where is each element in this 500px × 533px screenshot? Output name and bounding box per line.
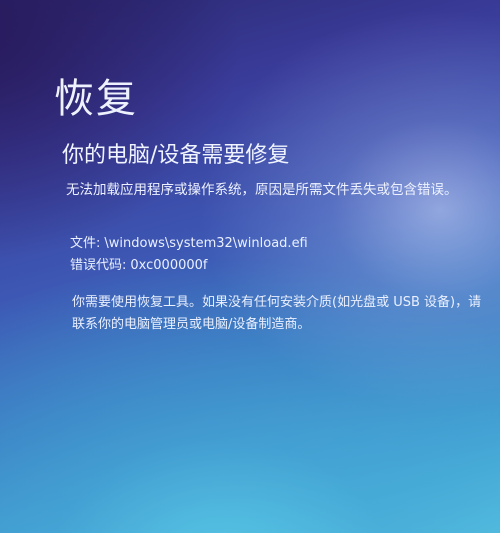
error-code-label: 错误代码:: [70, 258, 127, 273]
recovery-screen: 恢复 你的电脑/设备需要修复 无法加载应用程序或操作系统，原因是所需文件丢失或包…: [0, 0, 500, 533]
recovery-instruction: 你需要使用恢复工具。如果没有任何安装介质(如光盘或 USB 设备)，请联系你的电…: [72, 295, 482, 332]
file-label: 文件:: [70, 236, 101, 251]
error-description: 无法加载应用程序或操作系统，原因是所需文件丢失或包含错误。: [66, 182, 458, 198]
file-path: \windows\system32\winload.efi: [104, 236, 308, 251]
file-info: 文件: \windows\system32\winload.efi: [70, 232, 308, 251]
error-code-value: 0xc000000f: [130, 258, 208, 273]
error-code-info: 错误代码: 0xc000000f: [70, 254, 207, 273]
page-title: 恢复: [54, 76, 138, 122]
page-subtitle: 你的电脑/设备需要修复: [62, 143, 290, 168]
